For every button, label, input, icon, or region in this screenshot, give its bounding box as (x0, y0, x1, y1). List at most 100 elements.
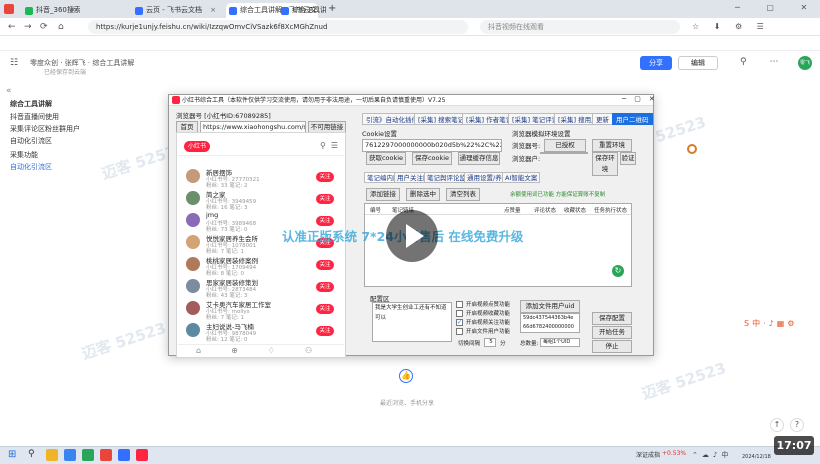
sidebar-title[interactable]: 综合工具讲解 (10, 99, 52, 109)
verify-button[interactable]: 验证 (620, 152, 636, 165)
interval-field[interactable]: 5 (484, 338, 496, 347)
browser-icon[interactable] (100, 449, 112, 461)
add-uid-button[interactable]: 添加文件用户uid (520, 300, 580, 313)
save-cookie-button[interactable]: 保存cookie (412, 152, 452, 165)
follow-button[interactable]: 关注 (316, 282, 334, 292)
follow-button[interactable]: 关注 (316, 304, 334, 314)
home-icon[interactable]: ⌂ (58, 20, 64, 34)
user-row[interactable]: 思家家居装修策划 小红书号: 2873484 粉丝: 43 笔记: 3 关注 (178, 276, 344, 299)
phone-nav-icons[interactable]: ⌂⊕♢⚇ (196, 346, 342, 355)
avatar[interactable]: 零飞 (798, 56, 812, 70)
breadcrumb-item[interactable]: 零度众创 (30, 59, 58, 67)
new-tab-icon[interactable]: + (328, 3, 336, 14)
search-icon[interactable]: ⚲ (28, 449, 35, 459)
window-controls[interactable]: ─ ▢ ✕ (735, 3, 819, 12)
user-row[interactable]: 桃桃家居装修案例 小红书号: 1709494 粉丝: 8 笔记: 0 关注 (178, 254, 344, 277)
ime-toolbar[interactable]: S中·♪▦⚙ (744, 318, 797, 329)
close-icon[interactable]: × (210, 3, 216, 18)
xhs-app-icon[interactable] (136, 449, 148, 461)
explorer-icon[interactable] (46, 449, 58, 461)
breadcrumb-item[interactable]: 综合工具讲解 (92, 59, 134, 67)
option-checks: 开启视频点赞功能 开启视频收藏功能 ✓ 开启视频关注功能 开启文件用户功能 (456, 300, 516, 340)
like-icon[interactable]: 👍 (399, 369, 413, 383)
get-cookie-button[interactable]: 获取cookie (366, 152, 406, 165)
subtab-ai-copy[interactable]: AI智能文案 (502, 172, 541, 183)
scroll-top-icon[interactable]: ↑ (770, 418, 784, 432)
user-row[interactable]: 新居摆饰 小红书号: 27770321 粉丝: 33 笔记: 2 关注 (178, 166, 344, 189)
sidebar-item[interactable]: 采集评论区粉丝群用户 (10, 124, 80, 134)
checkbox[interactable] (456, 328, 463, 335)
edge-icon[interactable] (64, 449, 76, 461)
cookie-field[interactable]: 7612297000000000b020d5b%22%2C%22uc%22:33… (362, 139, 502, 152)
browser-tab[interactable]: 综合工具讲解 - 飞书云文档 (278, 3, 326, 18)
tray-icons[interactable]: ⌃☁♪中 (692, 450, 732, 460)
option-checkbox-row[interactable]: 开启视频收藏功能 (456, 309, 518, 318)
close-icon[interactable]: × (70, 3, 76, 18)
account-label: 浏览器号 [小红书ID:67089285] (176, 112, 271, 120)
search-input[interactable]: 抖音视频在线观看 (480, 20, 680, 34)
follow-button[interactable]: 关注 (316, 216, 334, 226)
sidebar-item[interactable]: 采集功能 (10, 150, 38, 160)
tab-search-notes[interactable]: [采集] 搜索笔记 (414, 113, 469, 125)
sidebar-item[interactable]: 自动化引流区 (10, 136, 52, 146)
url-field[interactable]: https://kurje1unjy.feishu.cn/wiki/IzzqwO… (88, 20, 468, 34)
tab-qrcode[interactable]: 用户二维码 (612, 113, 653, 125)
browser-tab-bar (0, 0, 820, 18)
tab-update[interactable]: 更新 (592, 113, 613, 125)
user-list: 新居摆饰 小红书号: 27770321 粉丝: 33 笔记: 2 关注 简之家 小红书号:… (178, 166, 344, 344)
window-title: 小红书综合工具（本软件仅供学习交流使用，请勿用于非法用途，一切后果自负请慎重使用… (182, 97, 446, 104)
env-user-field[interactable] (540, 152, 588, 154)
clear-cache-button[interactable]: 通理缓存信息 (458, 152, 500, 165)
phone-search-icon[interactable]: ⚲☰ (320, 141, 343, 150)
refresh-icon[interactable]: ⟳ (40, 20, 48, 34)
wechat-icon[interactable] (82, 449, 94, 461)
save-env-button[interactable]: 保存环境 (592, 152, 618, 176)
forward-icon[interactable]: → (24, 20, 32, 34)
option-checkbox-row[interactable]: 开启视频点赞功能 (456, 300, 518, 309)
start-task-button[interactable]: 开始任务 (592, 326, 632, 339)
browser-tab[interactable]: 云页 - 飞书云文档 × (132, 3, 220, 18)
video-frame[interactable]: 抖音_360搜索 × 云页 - 飞书云文档 × 综合工具讲解 - 飞书云文档 × 综合… (0, 0, 820, 464)
user-row[interactable]: 主妇说说-马飞楠 小红书号: 9878049 粉丝: 12 笔记: 0 关注 (178, 320, 344, 343)
sidebar-item[interactable]: 抖音直播间使用 (10, 112, 59, 122)
follow-button[interactable]: 关注 (316, 326, 334, 336)
feishu-icon[interactable] (118, 449, 130, 461)
follow-button[interactable]: 关注 (316, 194, 334, 204)
reset-env-button[interactable]: 重置环境 (592, 139, 632, 152)
user-row[interactable]: 简之家 小红书号: 3949459 粉丝: 16 笔记: 3 关注 (178, 188, 344, 211)
breadcrumb-item[interactable]: 张辉飞 (65, 59, 86, 67)
back-icon[interactable]: ← (8, 20, 16, 34)
toolbar-icons[interactable]: ☆ ⬇ ⚙ ☰ (692, 20, 770, 34)
option-checkbox-row[interactable]: ✓ 开启视频关注功能 (456, 318, 518, 327)
follow-button[interactable]: 关注 (316, 260, 334, 270)
stop-button[interactable]: 停止 (592, 340, 632, 353)
save-status: 已经保存到云端 (44, 69, 87, 76)
menu-icon[interactable]: ☷ (10, 58, 18, 68)
uid-list[interactable]: 59dc437544363b4e 66d6782400000000 (520, 313, 580, 333)
help-icon[interactable]: ? (790, 418, 804, 432)
clear-list-button[interactable]: 清空列表 (446, 188, 480, 201)
collapse-sidebar-icon[interactable]: « (6, 86, 12, 96)
delete-selected-button[interactable]: 删除选中 (406, 188, 440, 201)
doc-tool-icons[interactable]: ⚲ ⋯ (740, 57, 788, 67)
save-config-button[interactable]: 保存配置 (592, 312, 632, 325)
checkbox[interactable]: ✓ (456, 319, 463, 326)
count-select[interactable]: 每组1个UID (540, 338, 580, 347)
col-header: 收藏状态 (564, 208, 587, 214)
xhs-tab[interactable]: 小红书 (184, 141, 210, 152)
play-button[interactable] (386, 210, 438, 262)
browser-tab[interactable]: 抖音_360搜索 × (22, 3, 80, 18)
refresh-status-icon[interactable]: ↻ (612, 265, 624, 277)
user-row[interactable]: 艾卡奥汽车家居工作室 小红书号: mollys 粉丝: 7 笔记: 1 关注 (178, 298, 344, 321)
start-icon[interactable]: ⊞ (8, 449, 16, 460)
checkbox[interactable] (456, 310, 463, 317)
share-button[interactable]: 分享 (640, 56, 672, 70)
option-checkbox-row[interactable]: 开启文件用户功能 (456, 327, 518, 336)
add-link-button[interactable]: 添加链接 (366, 188, 400, 201)
config-textarea[interactable]: 我是大学生创业工还有不知道可以 (372, 302, 452, 342)
edit-button[interactable]: 编辑 (678, 56, 718, 70)
checkbox[interactable] (456, 301, 463, 308)
follow-button[interactable]: 关注 (316, 172, 334, 182)
window-buttons[interactable]: ─▢✕ (622, 95, 663, 103)
sidebar-link[interactable]: 自动化引流区 (10, 162, 52, 172)
